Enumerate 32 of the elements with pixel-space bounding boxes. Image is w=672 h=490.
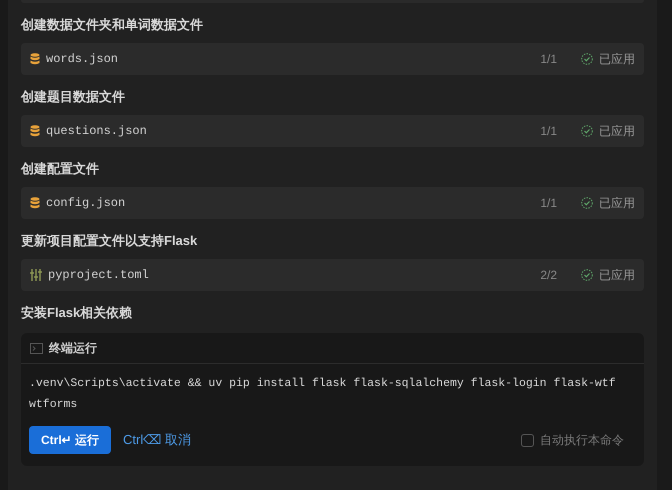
file-row[interactable]: words.json 1/1 已应用 xyxy=(21,43,644,75)
terminal-icon xyxy=(30,342,43,354)
change-count: 1/1 xyxy=(540,51,557,68)
file-row[interactable]: config.json 1/1 已应用 xyxy=(21,187,644,219)
step-title: 创建数据文件夹和单词数据文件 xyxy=(21,16,204,34)
terminal-header: 终端运行 xyxy=(49,340,97,357)
file-name: pyproject.toml xyxy=(48,267,149,284)
status-text: 已应用 xyxy=(599,267,635,284)
status-text: 已应用 xyxy=(599,195,635,212)
command-text: .venv\Scripts\activate && uv pip install flask flask-sqlalchemy flask-login flask-wtf wtforms xyxy=(28,376,617,413)
run-button[interactable]: Ctrl↵ 运行 xyxy=(29,426,111,454)
change-count: 1/1 xyxy=(540,123,557,140)
step-title: 安装Flask相关依赖 xyxy=(21,304,134,322)
file-row[interactable]: questions.json 1/1 已应用 xyxy=(21,115,644,147)
auto-run-label: 自动执行本命令 xyxy=(540,432,624,449)
step-title: 更新项目配置文件以支持Flask xyxy=(21,232,198,250)
change-count: 2/2 xyxy=(540,267,557,284)
cancel-button[interactable]: Ctrl⌫ 取消 xyxy=(123,430,191,450)
database-icon xyxy=(30,125,40,137)
file-name: config.json xyxy=(46,195,126,212)
database-icon xyxy=(30,197,40,209)
file-row[interactable]: pyproject.toml 2/2 已应用 xyxy=(21,259,644,291)
auto-run-checkbox[interactable] xyxy=(521,434,534,446)
status-text: 已应用 xyxy=(599,51,635,68)
database-icon xyxy=(30,53,40,65)
sliders-icon xyxy=(30,269,42,281)
file-name: words.json xyxy=(46,51,118,68)
step-title: 创建题目数据文件 xyxy=(21,88,126,106)
file-name: questions.json xyxy=(46,123,147,140)
status-text: 已应用 xyxy=(599,123,635,140)
step-title: 创建配置文件 xyxy=(21,160,100,178)
change-count: 1/1 xyxy=(540,195,557,212)
